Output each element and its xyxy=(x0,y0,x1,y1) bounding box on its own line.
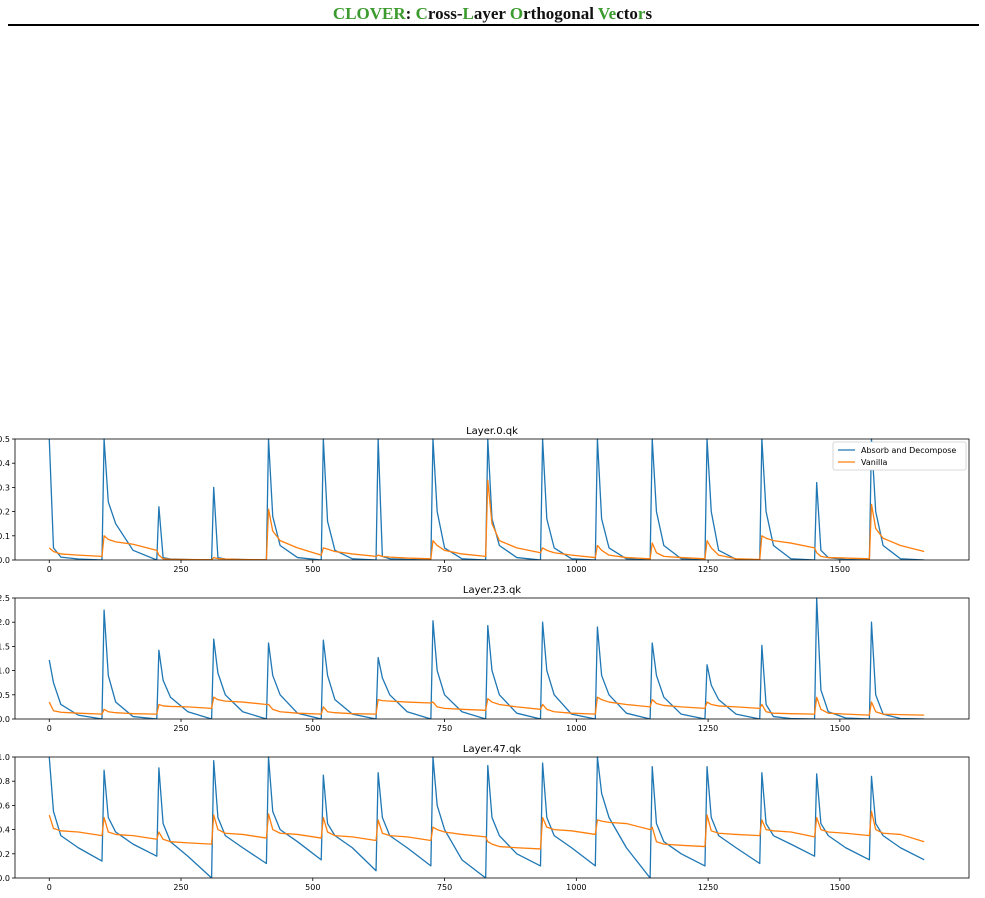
chart-title: Layer.0.qk xyxy=(466,426,518,437)
chart-title: Layer.23.qk xyxy=(463,585,521,596)
y-tick-label: 2.5 xyxy=(0,594,10,603)
x-tick-label: 0 xyxy=(47,565,52,574)
absorb-decompose-series-line xyxy=(48,756,925,878)
y-tick-label: 0.3 xyxy=(0,483,10,492)
x-tick-label: 1250 xyxy=(698,724,718,733)
charts-figure: Layer.0.qk 0 250 500 750 1000 1250 1500 0.0 0.1 0.… xyxy=(0,426,970,892)
series-group xyxy=(48,597,925,719)
series-group xyxy=(48,756,925,878)
x-tick-label: 1500 xyxy=(830,565,850,574)
x-tick-label: 1500 xyxy=(830,724,850,733)
legend-entry-label: Absorb and Decompose xyxy=(861,446,956,455)
x-tick-label: 250 xyxy=(173,883,188,892)
x-tick-label: 750 xyxy=(437,565,452,574)
y-tick-label: 1.0 xyxy=(0,753,10,762)
y-tick-label: 0.8 xyxy=(0,777,10,786)
x-tick-label: 250 xyxy=(173,565,188,574)
y-tick-label: 2.0 xyxy=(0,618,10,627)
y-tick-label: 0.2 xyxy=(0,508,10,517)
x-tick-label: 250 xyxy=(173,724,188,733)
x-tick-label: 1500 xyxy=(830,883,850,892)
chart-title: Layer.47.qk xyxy=(463,744,521,755)
x-tick-label: 500 xyxy=(305,565,320,574)
y-tick-label: 0.4 xyxy=(0,459,10,468)
x-tick-label: 750 xyxy=(437,883,452,892)
legend-entry-label: Vanilla xyxy=(861,458,887,467)
series-group xyxy=(48,438,925,560)
x-tick-label: 1250 xyxy=(698,565,718,574)
y-tick-label: 0.6 xyxy=(0,801,10,810)
y-tick-label: 0.1 xyxy=(0,532,10,541)
y-tick-label: 1.5 xyxy=(0,642,10,651)
x-tick-label: 1000 xyxy=(566,565,586,574)
y-tick-label: 0.0 xyxy=(0,874,10,883)
y-tick-label: 0.0 xyxy=(0,556,10,565)
y-tick-label: 0.2 xyxy=(0,850,10,859)
chart-panel: Layer.23.qk 0 250 500 750 1000 1250 1500 0.0 0.5 1… xyxy=(0,585,970,733)
y-tick-label: 0.5 xyxy=(0,691,10,700)
y-tick-label: 0.0 xyxy=(0,715,10,724)
x-tick-label: 500 xyxy=(305,883,320,892)
x-tick-label: 1000 xyxy=(566,724,586,733)
chart-panel: Layer.47.qk 0 250 500 750 1000 1250 1500 0.0 0.2 0… xyxy=(0,744,970,892)
x-tick-label: 0 xyxy=(47,724,52,733)
x-tick-label: 0 xyxy=(47,883,52,892)
x-tick-label: 1250 xyxy=(698,883,718,892)
y-tick-label: 0.4 xyxy=(0,826,10,835)
x-tick-label: 1000 xyxy=(566,883,586,892)
y-tick-label: 0.5 xyxy=(0,435,10,444)
x-tick-label: 750 xyxy=(437,724,452,733)
y-tick-label: 1.0 xyxy=(0,667,10,676)
chart-panel: Layer.0.qk 0 250 500 750 1000 1250 1500 0.0 0.1 0.… xyxy=(0,426,970,574)
legend: Absorb and Decompose Vanilla xyxy=(832,441,967,471)
x-tick-label: 500 xyxy=(305,724,320,733)
